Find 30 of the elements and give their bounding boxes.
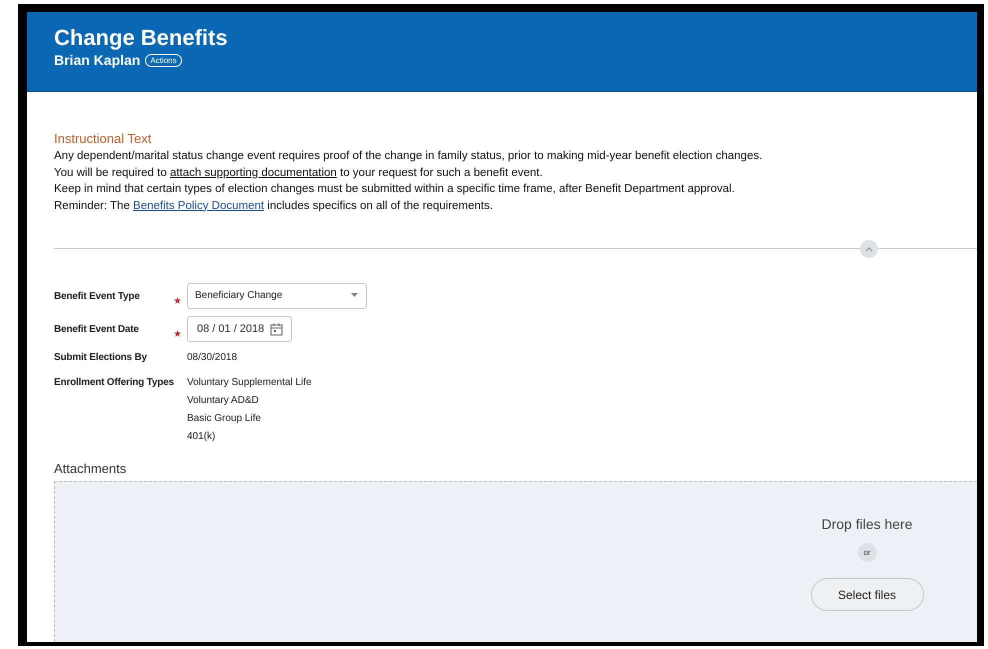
select-files-button[interactable]: Select files — [810, 578, 924, 611]
file-drop-zone[interactable]: Drop files here or Select files — [54, 481, 977, 642]
instruction-text: Keep in mind that certain types of election changes must be submitted within a specific time frame, after Benefit Department approval. — [54, 182, 735, 197]
field-label: Enrollment Offering Types — [54, 376, 174, 390]
actions-button[interactable]: Actions — [145, 54, 182, 66]
calendar-icon[interactable] — [270, 322, 284, 336]
or-label: or — [858, 543, 876, 562]
field-label: Benefit Event Date — [54, 323, 139, 337]
employee-name: Brian Kaplan — [54, 52, 140, 68]
chevron-up-icon — [865, 246, 873, 252]
collapse-button[interactable] — [860, 240, 878, 258]
instruction-text: Reminder: The Benefits Policy Document includes specifics on all of the requirements. — [54, 198, 493, 214]
dropdown-caret-icon — [351, 293, 358, 297]
instructions-heading: Instructional Text — [54, 130, 152, 147]
documentation-link[interactable]: attach supporting documentation — [170, 166, 337, 178]
instruction-text: You will be required to attach supporting documentation to your request for such a benefit event. — [54, 166, 543, 180]
field-value: Voluntary Supplemental Life — [187, 376, 312, 390]
date-field[interactable]: 08 / 01 / 2018 — [187, 316, 292, 342]
instruction-text: Any dependent/marital status change event requires proof of the change in family status, prior to making mid-year benefit election changes. — [54, 149, 762, 164]
field-value: Basic Group Life — [187, 412, 261, 426]
attachments-heading: Attachments — [54, 460, 126, 477]
drop-hint: Drop files here — [821, 515, 913, 533]
field-value: 401(k) — [187, 430, 216, 444]
field-label: Benefit Event Type — [54, 290, 140, 304]
event-type-dropdown[interactable]: Beneficiary Change — [187, 283, 367, 309]
field-value: 08/30/2018 — [187, 351, 238, 365]
policy-link[interactable]: Benefits Policy Document — [133, 200, 264, 212]
page-title: Change Benefits — [54, 25, 228, 51]
field-label: Submit Elections By — [54, 351, 147, 365]
field-value: Voluntary AD&D — [187, 394, 259, 408]
